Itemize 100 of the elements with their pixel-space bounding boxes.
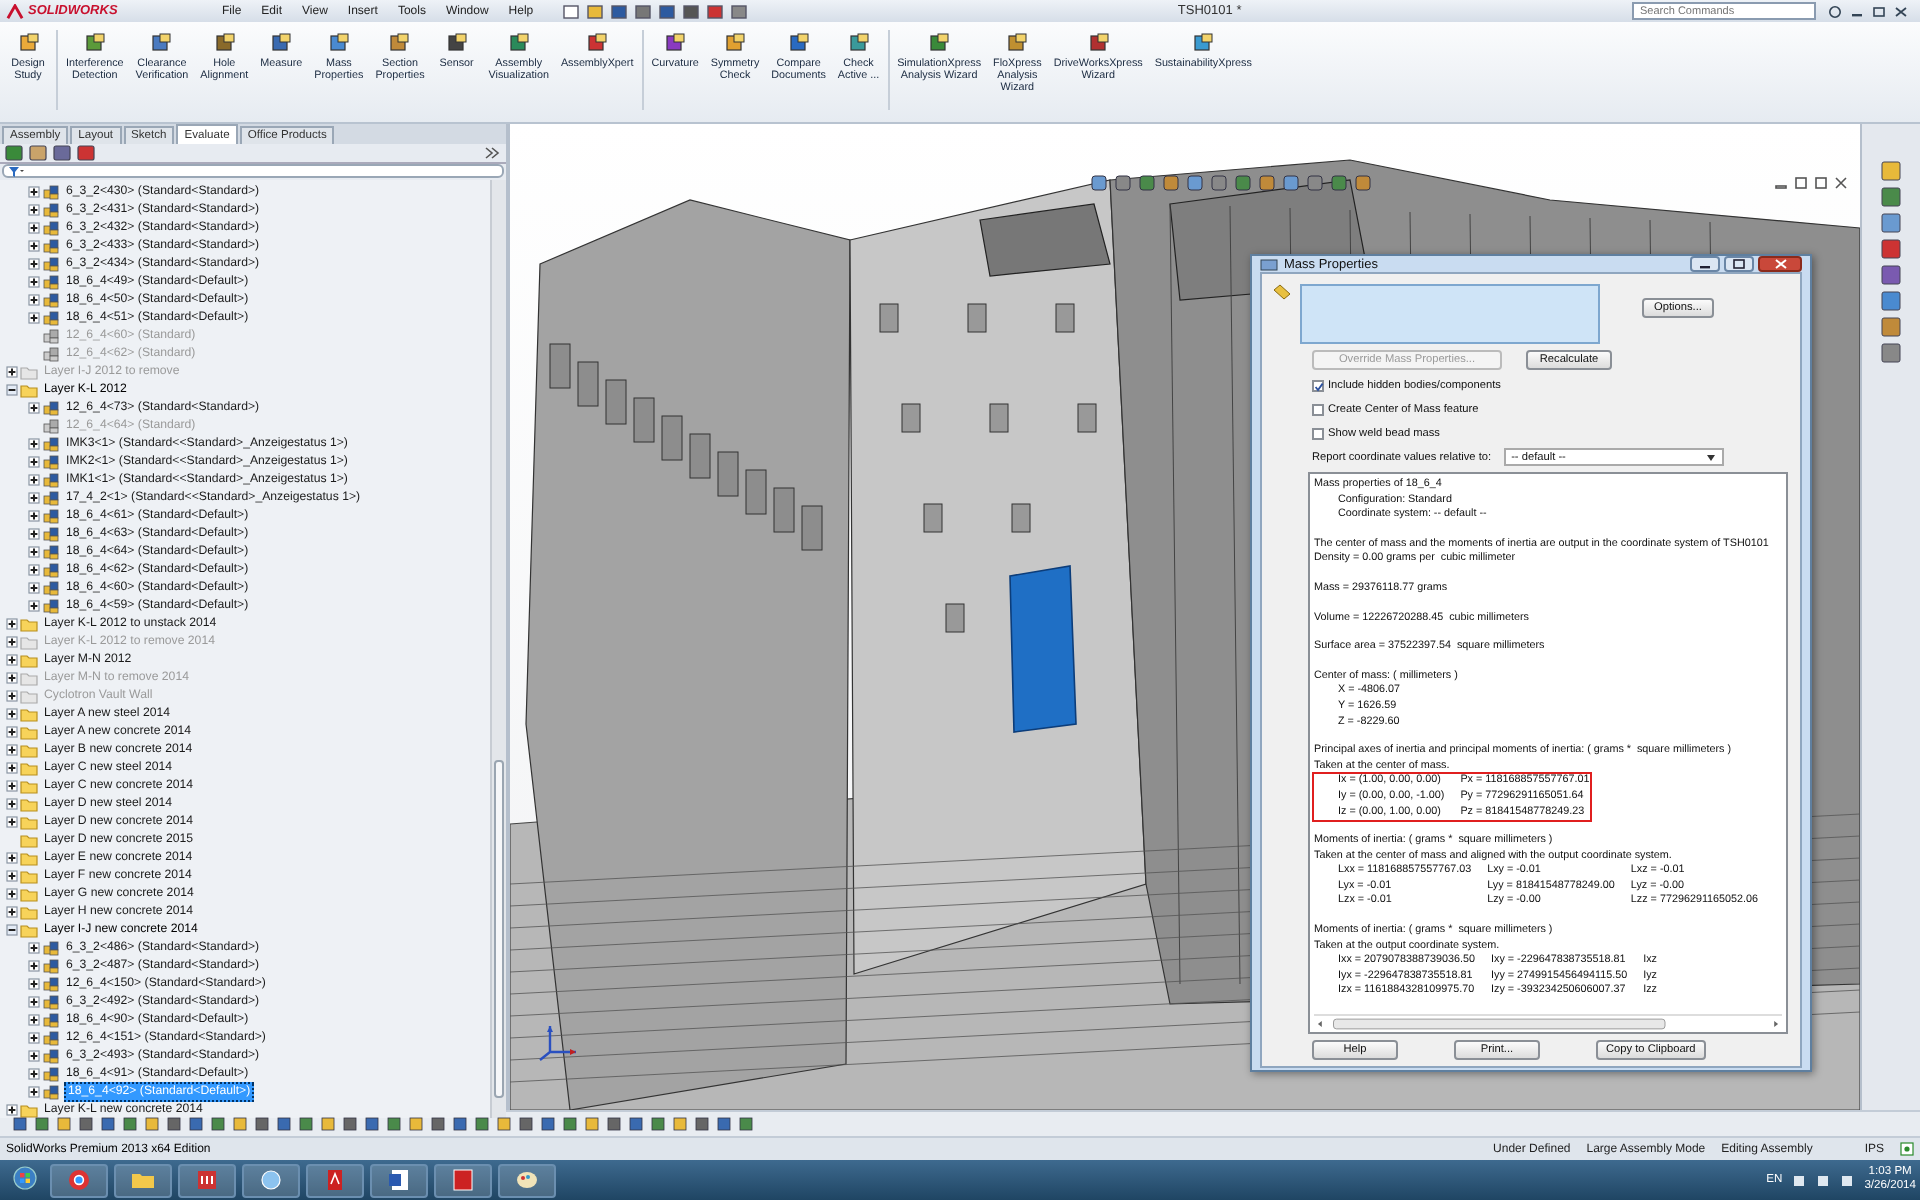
taskbar-button[interactable] [178,1163,236,1197]
expand-toggle[interactable] [28,473,40,485]
appearance-icon[interactable] [76,144,96,162]
horizontal-scrollbar[interactable] [1314,1017,1782,1030]
expand-toggle[interactable] [6,653,18,665]
expand-toggle[interactable] [28,401,40,413]
taskbar-button[interactable] [498,1163,556,1197]
task-pane-icon[interactable] [1880,160,1902,182]
expand-toggle[interactable] [6,851,18,863]
expand-toggle[interactable] [28,527,40,539]
tool-icon [213,32,236,54]
expand-toggle[interactable] [6,635,18,647]
maximize-button[interactable] [1724,256,1754,272]
taskbar-button[interactable] [434,1163,492,1197]
vertical-scrollbar[interactable] [490,180,506,1118]
properties-icon[interactable] [28,144,48,162]
expand-toggle[interactable] [6,383,18,395]
expand-toggle[interactable] [6,797,18,809]
expand-toggle[interactable] [6,671,18,683]
expand-toggle[interactable] [28,545,40,557]
expand-toggle[interactable] [6,761,18,773]
checkbox[interactable] [1312,379,1324,391]
taskbar-button[interactable] [242,1163,300,1197]
expand-toggle[interactable] [6,707,18,719]
tool-icon [1087,32,1110,54]
tool-icon [1192,32,1215,54]
filter-icon[interactable] [8,165,24,177]
expand-toggle[interactable] [28,1031,40,1043]
task-pane-icon[interactable] [1880,290,1902,312]
expand-panel-icon[interactable] [482,144,502,162]
expand-toggle[interactable] [28,995,40,1007]
expand-toggle[interactable] [6,815,18,827]
feature-tree-icon[interactable] [4,144,24,162]
app-icon [450,1168,476,1192]
expand-toggle[interactable] [28,221,40,233]
expand-toggle[interactable] [28,599,40,611]
help-icon[interactable] [1900,1142,1914,1156]
expand-toggle[interactable] [28,941,40,953]
expand-toggle[interactable] [28,509,40,521]
network-icon[interactable] [1840,1173,1855,1187]
tool-icon [270,32,293,54]
document-icon [386,1168,412,1192]
expand-toggle[interactable] [6,887,18,899]
checkbox[interactable] [1312,403,1324,415]
expand-toggle[interactable] [28,1049,40,1061]
expand-toggle[interactable] [28,437,40,449]
taskbar-button[interactable] [114,1163,172,1197]
checkbox[interactable] [1312,427,1324,439]
task-pane-icon[interactable] [1880,212,1902,234]
expand-toggle[interactable] [28,257,40,269]
expand-toggle[interactable] [28,563,40,575]
expand-toggle[interactable] [6,923,18,935]
restore-icon[interactable] [1872,5,1886,17]
flag-icon[interactable] [1792,1173,1807,1187]
minimize-button[interactable] [1690,256,1720,272]
expand-toggle[interactable] [28,275,40,287]
expand-toggle[interactable] [6,365,18,377]
task-pane-icon[interactable] [1880,342,1902,364]
expand-toggle[interactable] [6,689,18,701]
close-icon[interactable] [1834,176,1848,190]
expand-toggle[interactable] [6,617,18,629]
task-pane-icon[interactable] [1880,264,1902,286]
tool-icon [83,32,106,54]
expand-toggle[interactable] [28,977,40,989]
expand-toggle[interactable] [28,203,40,215]
expand-toggle[interactable] [28,491,40,503]
close-icon[interactable] [1894,5,1908,17]
expand-toggle[interactable] [28,1013,40,1025]
expand-toggle[interactable] [28,455,40,467]
expand-toggle[interactable] [28,293,40,305]
configuration-icon[interactable] [52,144,72,162]
expand-toggle[interactable] [28,581,40,593]
taskbar-button[interactable] [370,1163,428,1197]
task-pane-icon[interactable] [1880,238,1902,260]
task-pane-icon[interactable] [1880,186,1902,208]
folder-icon [130,1168,156,1192]
expand-toggle[interactable] [6,1103,18,1115]
selected-part-drawing[interactable] [1009,565,1077,733]
expand-toggle[interactable] [28,1085,40,1097]
expand-toggle[interactable] [6,905,18,917]
help-icon[interactable] [1828,5,1842,17]
close-button[interactable] [1758,256,1802,272]
task-pane-icon[interactable] [1880,316,1902,338]
expand-toggle[interactable] [6,725,18,737]
expand-toggle[interactable] [6,869,18,881]
tool-icon [1006,32,1029,54]
expand-toggle[interactable] [28,1067,40,1079]
expand-toggle[interactable] [28,311,40,323]
speaker-icon[interactable] [1816,1173,1831,1187]
expand-toggle[interactable] [6,743,18,755]
maximize-icon[interactable] [1814,176,1828,190]
expand-toggle[interactable] [28,959,40,971]
start-orb-icon [11,1165,37,1189]
restore-icon[interactable] [1794,176,1808,190]
taskbar-button[interactable] [50,1163,108,1197]
expand-toggle[interactable] [28,185,40,197]
expand-toggle[interactable] [28,239,40,251]
tool-icon [586,32,609,54]
close-icon [1773,258,1787,270]
expand-toggle[interactable] [6,779,18,791]
